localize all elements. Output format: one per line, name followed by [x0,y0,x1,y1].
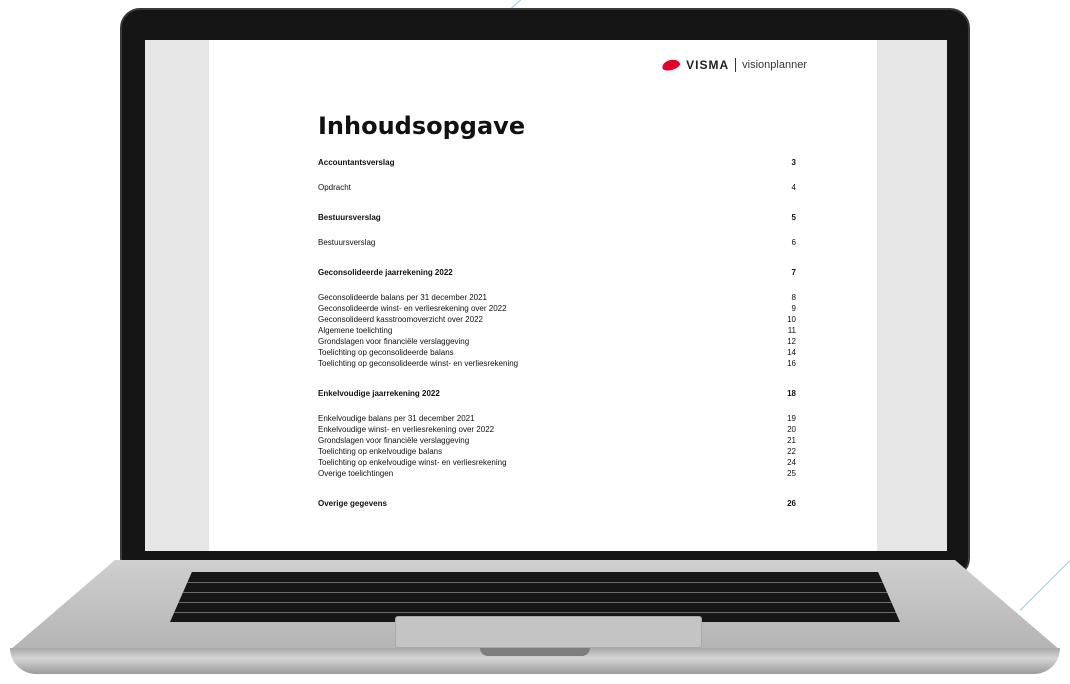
toc-item-label: Overige toelichtingen [318,469,394,478]
toc-item-page: 25 [787,469,796,478]
toc-item-page: 10 [787,315,796,324]
toc-item[interactable]: Geconsolideerde winst- en verliesrekenin… [318,303,796,314]
visma-logo-icon [661,57,682,73]
laptop-screen: VISMA visionplanner Inhoudsopgave Accoun… [145,40,947,551]
toc-section-label: Geconsolideerde jaarrekening 2022 [318,268,453,277]
toc-item-page: 9 [791,304,796,313]
toc-section[interactable]: Bestuursverslag 5 [318,212,796,223]
laptop-base [10,560,1060,678]
toc-item-label: Toelichting op enkelvoudige balans [318,447,443,456]
toc-item-label: Geconsolideerde winst- en verliesrekenin… [318,304,507,313]
toc-section-page: 5 [791,213,796,222]
toc-item[interactable]: Algemene toelichting 11 [318,325,796,336]
toc-section[interactable]: Overige gegevens 26 [318,498,796,509]
toc-item-page: 24 [787,458,796,467]
laptop-front-edge [10,648,1060,674]
toc-item-label: Toelichting op geconsolideerde balans [318,348,454,357]
toc-section-page: 26 [787,499,796,508]
brand-subtitle: visionplanner [742,59,807,71]
toc-section[interactable]: Accountantsverslag 3 [318,157,796,168]
toc-section-label: Accountantsverslag [318,158,395,167]
toc-item-page: 4 [791,183,796,192]
toc-section-label: Overige gegevens [318,499,387,508]
toc-item-page: 21 [787,436,796,445]
toc-item-page: 20 [787,425,796,434]
document-title: Inhoudsopgave [318,112,526,140]
toc-item-page: 14 [787,348,796,357]
table-of-contents: Accountantsverslag 3 Opdracht 4 Bestuurs… [318,157,796,509]
toc-section-page: 18 [787,389,796,398]
toc-section[interactable]: Geconsolideerde jaarrekening 2022 7 [318,267,796,278]
toc-item[interactable]: Toelichting op enkelvoudige balans 22 [318,446,796,457]
toc-item-label: Bestuursverslag [318,238,376,247]
toc-item-label: Toelichting op enkelvoudige winst- en ve… [318,458,507,467]
toc-item[interactable]: Overige toelichtingen 25 [318,468,796,479]
toc-item-label: Enkelvoudige balans per 31 december 2021 [318,414,475,423]
toc-section-page: 3 [791,158,796,167]
toc-item[interactable]: Geconsolideerde balans per 31 december 2… [318,292,796,303]
toc-item-label: Grondslagen voor financiële verslaggevin… [318,337,470,346]
lid-notch [480,648,590,656]
brand-divider [735,58,737,72]
toc-item[interactable]: Bestuursverslag 6 [318,237,796,248]
brand-name: VISMA [686,58,730,72]
toc-item-label: Opdracht [318,183,351,192]
trackpad [395,616,702,648]
toc-item-label: Grondslagen voor financiële verslaggevin… [318,436,470,445]
toc-item[interactable]: Toelichting op geconsolideerde winst- en… [318,358,796,369]
toc-item-page: 8 [791,293,796,302]
toc-item[interactable]: Grondslagen voor financiële verslaggevin… [318,435,796,446]
toc-section-label: Bestuursverslag [318,213,381,222]
toc-item[interactable]: Enkelvoudige balans per 31 december 2021… [318,413,796,424]
toc-item[interactable]: Toelichting op geconsolideerde balans 14 [318,347,796,358]
toc-item[interactable]: Enkelvoudige winst- en verliesrekening o… [318,424,796,435]
toc-item-page: 11 [787,326,796,335]
toc-item-page: 16 [787,359,796,368]
toc-item-page: 22 [787,447,796,456]
toc-item-label: Geconsolideerde balans per 31 december 2… [318,293,488,302]
toc-item-label: Enkelvoudige winst- en verliesrekening o… [318,425,495,434]
toc-item-page: 6 [791,238,796,247]
document-page: VISMA visionplanner Inhoudsopgave Accoun… [209,40,877,551]
toc-item[interactable]: Geconsolideerd kasstroomoverzicht over 2… [318,314,796,325]
toc-item-page: 12 [787,337,796,346]
brand-header: VISMA visionplanner [661,57,807,73]
toc-item-label: Geconsolideerd kasstroomoverzicht over 2… [318,315,483,324]
toc-item-label: Toelichting op geconsolideerde winst- en… [318,359,519,368]
toc-item[interactable]: Toelichting op enkelvoudige winst- en ve… [318,457,796,468]
toc-item[interactable]: Grondslagen voor financiële verslaggevin… [318,336,796,347]
toc-item-page: 19 [787,414,796,423]
toc-section[interactable]: Enkelvoudige jaarrekening 2022 18 [318,388,796,399]
toc-item-label: Algemene toelichting [318,326,393,335]
toc-section-label: Enkelvoudige jaarrekening 2022 [318,389,440,398]
keyboard [170,572,900,622]
toc-item[interactable]: Opdracht 4 [318,182,796,193]
toc-section-page: 7 [791,268,796,277]
